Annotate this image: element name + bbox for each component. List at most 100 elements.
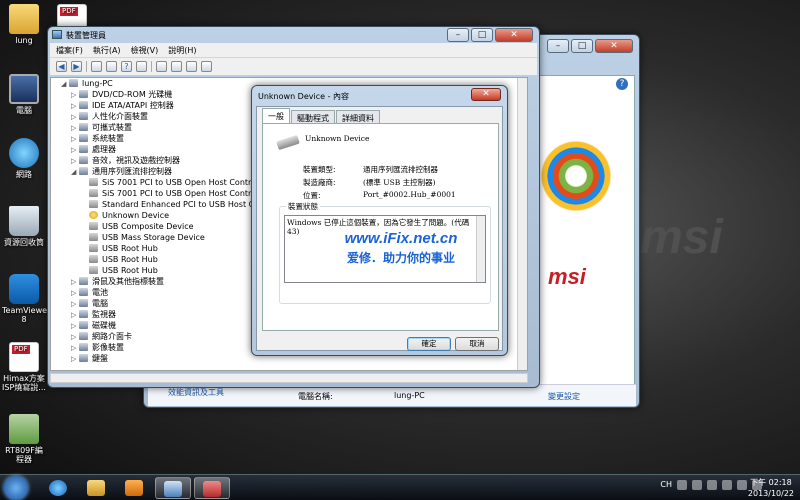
internet-explorer-icon	[49, 480, 67, 496]
minimize-button[interactable]: –	[447, 28, 469, 42]
desktop-icon-label: Himax方案 ISP燒寫說...	[2, 374, 46, 392]
help-icon[interactable]	[692, 480, 702, 490]
horizontal-scrollbar[interactable]	[50, 373, 528, 383]
show-hidden-icons-icon[interactable]	[707, 480, 717, 490]
tree-item-label: 磁碟機	[92, 321, 116, 330]
uninstall-icon[interactable]	[186, 61, 197, 72]
network-icon[interactable]	[737, 480, 747, 490]
change-settings-link[interactable]: 變更設定	[548, 391, 580, 402]
usb-device-icon	[89, 200, 98, 208]
device-category-icon	[79, 354, 88, 362]
menu-bar: 檔案(F) 執行(A) 檢視(V) 說明(H)	[50, 43, 537, 58]
package-icon	[9, 414, 39, 444]
dialog-title-bar: Unknown Device - 內容 ✕	[252, 86, 507, 106]
back-icon[interactable]: ◀	[56, 61, 67, 72]
location-value: Port_#0002.Hub_#0001	[363, 190, 456, 199]
tree-item-label: 鍵盤	[92, 354, 108, 363]
expand-toggle-icon[interactable]: ▷	[71, 354, 79, 365]
keyboard-icon[interactable]	[677, 480, 687, 490]
vertical-scrollbar[interactable]	[517, 78, 527, 370]
menu-action[interactable]: 執行(A)	[93, 45, 121, 55]
ok-button[interactable]: 確定	[407, 337, 451, 351]
system-icon	[164, 481, 182, 497]
device-category-icon	[69, 79, 78, 87]
desktop-icon-lung[interactable]: lung	[2, 4, 46, 45]
usb-device-icon	[89, 266, 98, 274]
view-icon[interactable]	[136, 61, 147, 72]
taskbar: CH 下午 02:18 2013/10/22	[0, 474, 800, 500]
device-category-icon	[79, 123, 88, 131]
taskbar-ie[interactable]	[40, 477, 76, 499]
tree-item-label: 人性化介面裝置	[92, 112, 148, 121]
oem-logo: msi	[548, 264, 586, 289]
windows-logo-icon	[536, 136, 616, 216]
close-button[interactable]: ✕	[595, 39, 633, 53]
tree-item-label: 可攜式裝置	[92, 123, 132, 132]
properties-dialog[interactable]: Unknown Device - 內容 ✕ 一般 驅動程式 詳細資料 Unkno…	[251, 85, 508, 356]
title-bar: 裝置管理員 – □ ✕	[48, 27, 539, 43]
tree-item-label: USB Root Hub	[102, 255, 158, 264]
tree-item-label: 電池	[92, 288, 108, 297]
desktop-icon-network[interactable]: 網路	[2, 138, 46, 179]
device-category-icon	[79, 90, 88, 98]
action-center-icon[interactable]	[722, 480, 732, 490]
desktop-icon-teamviewer[interactable]: TeamViewer 8	[2, 274, 50, 324]
language-indicator[interactable]: CH	[660, 480, 672, 490]
clock-date: 2013/10/22	[747, 489, 794, 498]
desktop-icon-label: 電腦	[16, 106, 32, 115]
clock-time: 下午 02:18	[750, 478, 792, 487]
menu-help[interactable]: 說明(H)	[168, 45, 196, 55]
teamviewer-icon	[9, 274, 39, 304]
maximize-button[interactable]: □	[471, 28, 493, 42]
device-category-icon	[79, 310, 88, 318]
help-icon[interactable]: ?	[616, 78, 628, 90]
watermark-slogan: 爱修．助力你的事业	[346, 251, 455, 265]
tree-item-label: 監視器	[92, 310, 116, 319]
scan-hardware-icon[interactable]	[156, 61, 167, 72]
pdf-icon	[9, 342, 39, 372]
tree-item-label: 系統裝置	[92, 134, 124, 143]
disable-icon[interactable]	[201, 61, 212, 72]
watermark: www.iFix.net.cn 爱修．助力你的事业	[336, 230, 466, 266]
desktop-icon-rt809f[interactable]: RT809F編程器	[2, 414, 46, 464]
properties-icon[interactable]	[106, 61, 117, 72]
tab-general[interactable]: 一般	[262, 108, 290, 123]
device-status-label: 裝置狀態	[286, 201, 320, 212]
performance-link[interactable]: 效能資訊及工具	[168, 387, 224, 398]
device-category-icon	[79, 167, 88, 175]
close-button[interactable]: ✕	[495, 28, 533, 42]
desktop-icon-recycle-bin[interactable]: 資源回收筒	[2, 206, 46, 247]
maximize-button[interactable]: □	[571, 39, 593, 53]
tree-item-label: USB Composite Device	[102, 222, 194, 231]
menu-file[interactable]: 檔案(F)	[56, 45, 83, 55]
toolbar: ◀ ▶ ?	[50, 58, 537, 76]
cancel-button[interactable]: 取消	[455, 337, 499, 351]
help-icon[interactable]: ?	[121, 61, 132, 72]
taskbar-system[interactable]	[155, 477, 191, 499]
close-button[interactable]: ✕	[471, 88, 501, 101]
window-title: 裝置管理員	[66, 31, 106, 40]
forward-icon[interactable]: ▶	[71, 61, 82, 72]
tree-item-label: 影像裝置	[92, 343, 124, 352]
clock[interactable]: 下午 02:18 2013/10/22	[748, 477, 794, 499]
computer-icon	[9, 74, 39, 104]
tab-details[interactable]: 詳細資料	[336, 110, 380, 123]
usb-device-icon	[89, 244, 98, 252]
status-scrollbar[interactable]	[476, 216, 485, 282]
update-driver-icon[interactable]	[171, 61, 182, 72]
tree-item-label: 通用序列匯流排控制器	[92, 167, 172, 176]
start-button[interactable]	[4, 476, 28, 500]
taskbar-device-manager[interactable]	[194, 477, 230, 499]
menu-view[interactable]: 檢視(V)	[131, 45, 159, 55]
minimize-button[interactable]: –	[547, 39, 569, 53]
device-category-icon	[79, 332, 88, 340]
taskbar-media-player[interactable]	[116, 477, 152, 499]
taskbar-explorer[interactable]	[78, 477, 114, 499]
desktop-icon-computer[interactable]: 電腦	[2, 74, 46, 115]
desktop-icon-himax-pdf[interactable]: Himax方案 ISP燒寫說...	[2, 342, 46, 392]
tab-driver[interactable]: 驅動程式	[291, 110, 335, 123]
tree-item-label: 音效，視訊及遊戲控制器	[92, 156, 180, 165]
tree-view-icon[interactable]	[91, 61, 102, 72]
device-type-label: 裝置類型:	[303, 165, 336, 174]
window-controls: – □ ✕	[447, 28, 533, 42]
